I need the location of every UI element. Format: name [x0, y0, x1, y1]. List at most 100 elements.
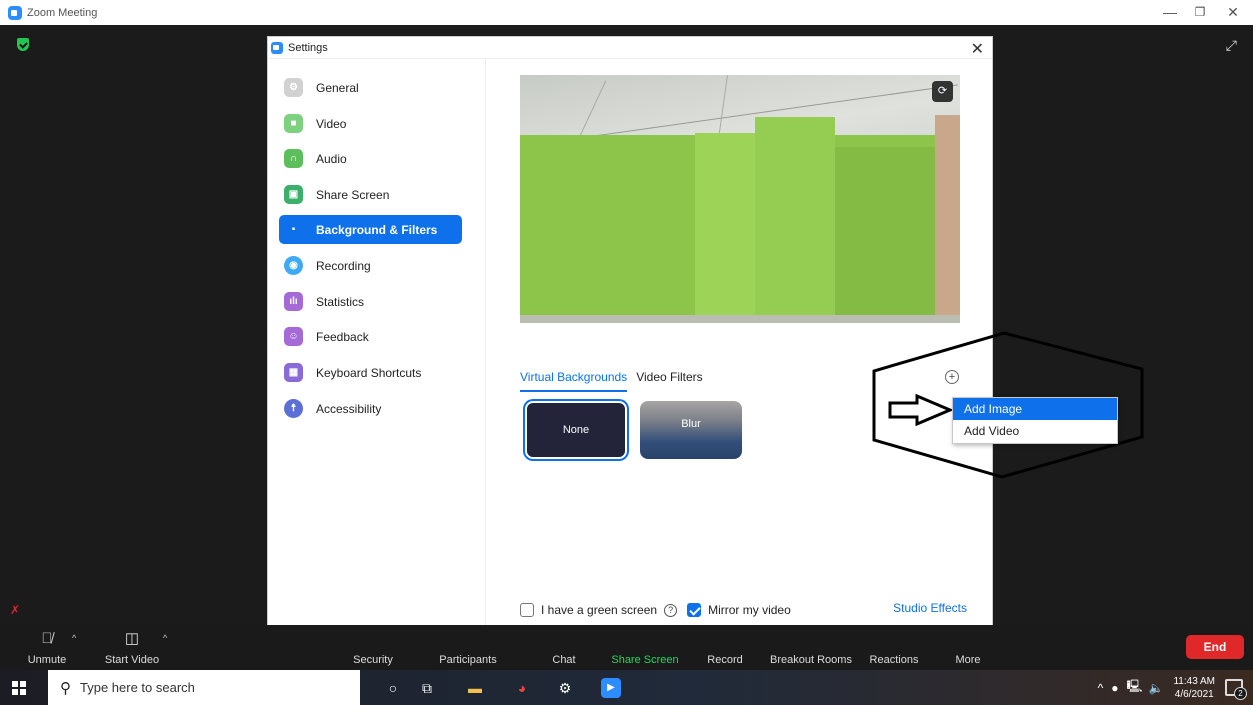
volume-icon[interactable]: 🔈: [1149, 681, 1164, 695]
zoom-taskbar-icon[interactable]: ▶: [601, 678, 621, 698]
video-off-icon: ◫: [124, 630, 140, 647]
network-icon[interactable]: 🖳: [1127, 677, 1143, 698]
sidebar-item-label: Feedback: [316, 329, 369, 344]
sidebar-item-label: Recording: [316, 258, 371, 273]
fullscreen-icon[interactable]: ⤢: [1226, 37, 1237, 54]
settings-close-button[interactable]: ✕: [971, 39, 984, 59]
green-screen-label: I have a green screen: [541, 603, 658, 617]
muted-mic-icon: 🎙̸: [41, 630, 53, 647]
video-options-chevron-icon[interactable]: ^: [163, 633, 167, 643]
participants-button[interactable]: Participants: [437, 625, 499, 670]
chat-button[interactable]: Chat: [550, 625, 578, 670]
meeting-toolbar: 🎙̸ Unmute ^ ◫ Start Video ^ Security Par…: [0, 625, 1253, 670]
toolbar-label: Security: [353, 654, 393, 666]
muted-mic-icon: ✗: [10, 603, 21, 617]
green-screen-checkbox[interactable]: [520, 603, 534, 617]
sidebar-item-keyboard-shortcuts[interactable]: ▦ Keyboard Shortcuts: [279, 358, 462, 387]
taskbar-clock[interactable]: 11:43 AM 4/6/2021: [1173, 675, 1215, 701]
start-video-button[interactable]: ◫ Start Video: [102, 625, 162, 670]
sidebar-item-label: Statistics: [316, 294, 365, 309]
sidebar-item-feedback[interactable]: ☺ Feedback: [279, 322, 462, 351]
background-tabs: Virtual Backgrounds Video Filters: [520, 370, 712, 392]
mirror-video-checkbox[interactable]: [687, 603, 702, 617]
background-icon: ▪: [291, 224, 296, 235]
background-blur[interactable]: Blur: [640, 401, 742, 459]
reactions-button[interactable]: Reactions: [869, 625, 919, 670]
rotate-camera-icon[interactable]: ⟳: [932, 81, 953, 102]
clock-time: 11:43 AM: [1173, 675, 1215, 687]
taskbar-search[interactable]: ⚲ Type here to search: [48, 670, 360, 705]
accessibility-icon: ☨: [284, 399, 303, 418]
security-button[interactable]: Security: [350, 625, 396, 670]
background-label: None: [562, 424, 590, 436]
sidebar-item-label: Share Screen: [316, 187, 390, 202]
sidebar-item-statistics[interactable]: ılı Statistics: [279, 287, 462, 316]
green-pillar: [695, 133, 755, 323]
headphones-icon: ∩: [284, 149, 303, 168]
tab-video-filters[interactable]: Video Filters: [636, 370, 702, 392]
sidebar-item-general[interactable]: ⚙ General: [279, 73, 462, 102]
sidebar-item-label: Keyboard Shortcuts: [316, 365, 422, 380]
settings-dialog: Settings ✕ ⚙ General ■ Video ∩ Audio ▣ S…: [267, 36, 993, 636]
background-none[interactable]: None: [525, 401, 627, 459]
file-explorer-icon[interactable]: ▬: [465, 678, 485, 698]
breakout-rooms-button[interactable]: Breakout Rooms: [769, 625, 853, 670]
help-icon[interactable]: ?: [664, 603, 678, 617]
end-meeting-button[interactable]: End: [1186, 635, 1244, 659]
restore-button[interactable]: ❐: [1185, 2, 1215, 22]
task-view-icon[interactable]: ⧉: [417, 678, 437, 698]
audio-options-chevron-icon[interactable]: ^: [72, 633, 76, 643]
windows-taskbar: ⚲ Type here to search ○ ⧉ ▬ ◕ ⚙ ▶ ^ ● 🖳 …: [0, 670, 1253, 705]
notification-count: 2: [1234, 687, 1247, 700]
side-wall: [935, 115, 960, 323]
search-icon: ⚲: [60, 679, 71, 697]
share-screen-icon: ▣: [284, 185, 303, 204]
share-screen-button[interactable]: Share Screen: [610, 625, 680, 670]
window-titlebar: Zoom Meeting — ❐ ✕: [0, 0, 1253, 25]
feedback-icon: ☺: [284, 327, 303, 346]
more-button[interactable]: More: [953, 625, 983, 670]
windows-start-icon[interactable]: [12, 681, 26, 695]
chrome-icon[interactable]: ◕: [512, 678, 532, 698]
studio-effects-link[interactable]: Studio Effects: [893, 601, 967, 615]
tab-virtual-backgrounds[interactable]: Virtual Backgrounds: [520, 370, 628, 392]
mirror-video-label: Mirror my video: [708, 603, 791, 617]
tray-chevron-icon[interactable]: ^: [1098, 681, 1104, 695]
recording-icon: ◉: [284, 256, 303, 275]
green-pillar: [835, 147, 935, 323]
gear-icon: ⚙: [284, 78, 303, 97]
security-shield-icon: [17, 38, 29, 51]
sidebar-item-label: General: [316, 80, 359, 95]
menu-add-video[interactable]: Add Video: [953, 420, 1117, 442]
toolbar-label: Record: [707, 654, 743, 666]
toolbar-label: Chat: [552, 654, 576, 666]
toolbar-label: Participants: [439, 654, 497, 666]
minimize-button[interactable]: —: [1155, 2, 1185, 22]
window-title: Zoom Meeting: [27, 6, 98, 19]
window-close-button[interactable]: ✕: [1218, 2, 1248, 22]
mic-tray-icon[interactable]: ●: [1111, 681, 1118, 695]
notification-center-icon[interactable]: 2: [1225, 679, 1247, 700]
sidebar-item-background-filters[interactable]: ▪ Background & Filters: [279, 215, 462, 244]
unmute-button[interactable]: 🎙̸ Unmute: [26, 625, 68, 670]
floor: [520, 315, 960, 323]
zoom-logo-icon: [271, 41, 283, 54]
record-button[interactable]: Record: [706, 625, 744, 670]
sidebar-item-audio[interactable]: ∩ Audio: [279, 144, 462, 173]
sidebar-item-recording[interactable]: ◉ Recording: [279, 251, 462, 280]
menu-add-image[interactable]: Add Image: [953, 398, 1117, 420]
sidebar-item-share-screen[interactable]: ▣ Share Screen: [279, 180, 462, 209]
sidebar-item-label: Accessibility: [316, 401, 382, 416]
keyboard-icon: ▦: [284, 363, 303, 382]
sidebar-item-accessibility[interactable]: ☨ Accessibility: [279, 394, 462, 423]
sidebar-item-video[interactable]: ■ Video: [279, 109, 462, 138]
add-background-menu: Add Image Add Video: [952, 397, 1118, 444]
cortana-icon[interactable]: ○: [383, 678, 403, 698]
settings-header: Settings ✕: [268, 37, 992, 59]
toolbar-label: Breakout Rooms: [770, 654, 852, 666]
add-background-button[interactable]: +: [945, 370, 959, 384]
sidebar-item-label: Background & Filters: [316, 222, 438, 237]
settings-gear-icon[interactable]: ⚙: [555, 678, 575, 698]
camera-preview: [520, 75, 960, 323]
toolbar-label: Start Video: [104, 654, 160, 666]
